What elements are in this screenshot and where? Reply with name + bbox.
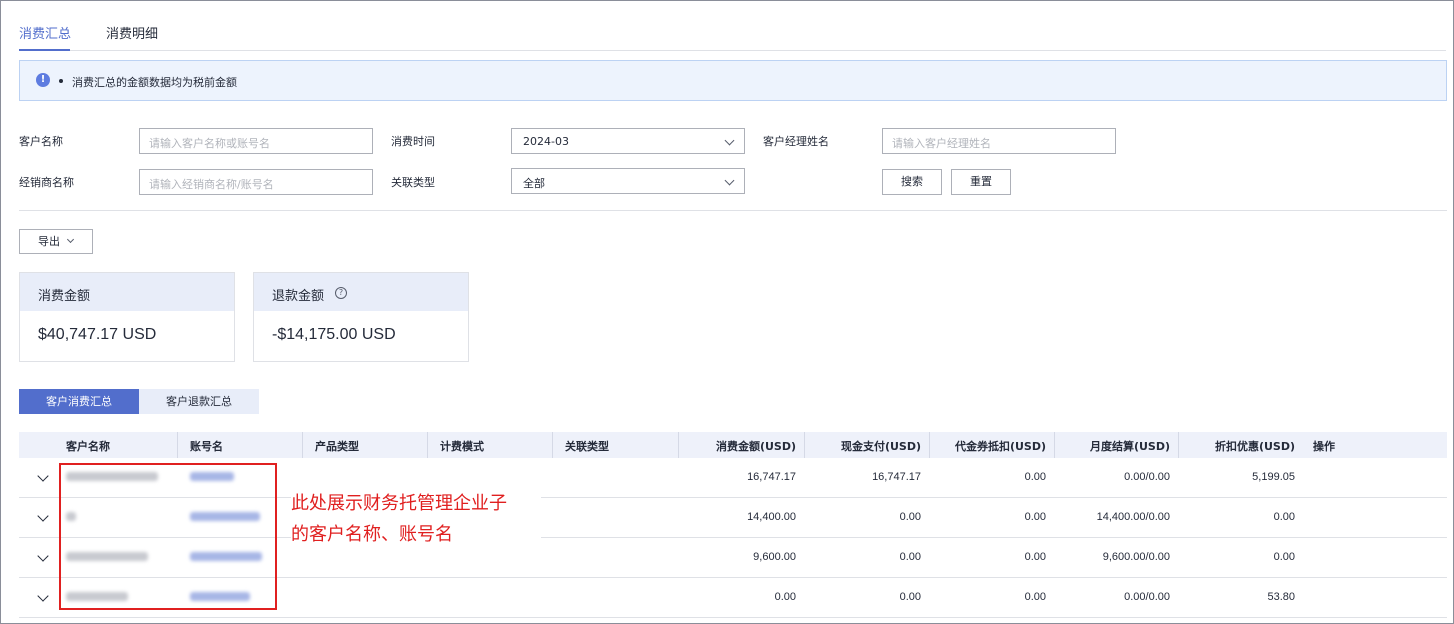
tab-bar: 消费汇总 消费明细 <box>19 14 1446 51</box>
consume-time-label: 消费时间 <box>391 135 435 148</box>
col-voucher: 代金券抵扣(USD) <box>954 440 1046 453</box>
col-consume-amount: 消费金额(USD) <box>715 440 796 453</box>
col-separator <box>678 432 679 458</box>
col-billing-mode: 计费模式 <box>440 440 484 453</box>
manager-name-input[interactable]: 请输入客户经理姓名 <box>882 128 1116 154</box>
col-discount: 折扣优惠(USD) <box>1214 440 1295 453</box>
table-header: 客户名称 账号名 产品类型 计费模式 关联类型 消费金额(USD) 现金支付(U… <box>19 432 1447 458</box>
export-label: 导出 <box>38 235 60 248</box>
cell-monthly: 9,600.00/0.00 <box>1102 551 1170 563</box>
annotation-line-2: 的客户名称、账号名 <box>291 524 453 545</box>
reset-button[interactable]: 重置 <box>951 169 1011 195</box>
tab-consume-detail[interactable]: 消费明细 <box>106 23 158 42</box>
col-separator <box>177 432 178 458</box>
col-separator <box>552 432 553 458</box>
chevron-down-icon[interactable] <box>37 590 49 602</box>
segment-customer-refund[interactable]: 客户退款汇总 <box>139 389 259 414</box>
cell-voucher: 0.00 <box>1024 591 1046 603</box>
col-separator <box>427 432 428 458</box>
export-button[interactable]: 导出 <box>19 229 93 254</box>
col-account-name: 账号名 <box>190 440 223 453</box>
card-title: 消费金额 <box>20 273 234 311</box>
chevron-down-icon <box>724 175 735 186</box>
consume-time-select[interactable]: 2024-03 <box>511 128 745 154</box>
chevron-down-icon <box>724 135 735 146</box>
cell-cash-payment: 16,747.17 <box>872 471 921 483</box>
relation-type-value: 全部 <box>523 177 545 190</box>
cell-consume-amount: 16,747.17 <box>747 471 796 483</box>
col-separator <box>1054 432 1055 458</box>
col-cash-payment: 现金支付(USD) <box>840 440 921 453</box>
cell-voucher: 0.00 <box>1024 551 1046 563</box>
bullet-dot <box>59 79 63 83</box>
relation-type-select[interactable]: 全部 <box>511 168 745 194</box>
cell-cash-payment: 0.00 <box>899 591 921 603</box>
dealer-name-input[interactable]: 请输入经销商名称/账号名 <box>139 169 373 195</box>
annotation-highlight-box <box>59 463 277 610</box>
col-product-type: 产品类型 <box>315 440 359 453</box>
cell-consume-amount: 14,400.00 <box>747 511 796 523</box>
cell-voucher: 0.00 <box>1024 511 1046 523</box>
col-relation-type: 关联类型 <box>565 440 609 453</box>
cell-monthly: 0.00/0.00 <box>1124 591 1170 603</box>
segment-customer-consume[interactable]: 客户消费汇总 <box>19 389 139 414</box>
relation-type-label: 关联类型 <box>391 176 435 189</box>
col-separator <box>929 432 930 458</box>
chevron-down-icon <box>66 235 75 244</box>
tab-consume-summary[interactable]: 消费汇总 <box>19 23 71 42</box>
consume-amount-value: $40,747.17 USD <box>38 326 157 343</box>
cell-discount: 0.00 <box>1273 551 1295 563</box>
help-icon[interactable]: ? <box>335 287 347 299</box>
annotation-text: 此处展示财务托管理企业子 的客户名称、账号名 <box>291 488 541 550</box>
refund-amount-value: -$14,175.00 USD <box>272 326 396 343</box>
cell-cash-payment: 0.00 <box>899 511 921 523</box>
cell-discount: 5,199.05 <box>1252 471 1295 483</box>
col-separator <box>302 432 303 458</box>
cell-monthly: 0.00/0.00 <box>1124 471 1170 483</box>
chevron-down-icon[interactable] <box>37 510 49 522</box>
customer-name-label: 客户名称 <box>19 135 63 148</box>
cell-voucher: 0.00 <box>1024 471 1046 483</box>
cell-discount: 0.00 <box>1273 511 1295 523</box>
divider <box>19 210 1447 211</box>
cell-discount: 53.80 <box>1267 591 1295 603</box>
refund-amount-card: 退款金额 ? -$14,175.00 USD <box>253 272 469 362</box>
col-actions: 操作 <box>1313 440 1335 453</box>
card-title: 退款金额 <box>272 289 325 304</box>
info-icon: ! <box>36 73 50 87</box>
info-alert: ! 消费汇总的金额数据均为税前金额 <box>19 60 1447 101</box>
cell-cash-payment: 0.00 <box>899 551 921 563</box>
annotation-line-1: 此处展示财务托管理企业子 <box>291 493 507 514</box>
active-tab-indicator <box>19 49 70 51</box>
chevron-down-icon[interactable] <box>37 550 49 562</box>
info-text: 消费汇总的金额数据均为税前金额 <box>72 76 237 89</box>
cell-consume-amount: 9,600.00 <box>753 551 796 563</box>
consume-time-value: 2024-03 <box>523 135 569 148</box>
col-separator <box>1178 432 1179 458</box>
customer-name-input[interactable]: 请输入客户名称或账号名 <box>139 128 373 154</box>
search-button[interactable]: 搜索 <box>882 169 942 195</box>
dealer-name-label: 经销商名称 <box>19 176 74 189</box>
cell-monthly: 14,400.00/0.00 <box>1096 511 1170 523</box>
consume-amount-card: 消费金额 $40,747.17 USD <box>19 272 235 362</box>
col-monthly: 月度结算(USD) <box>1089 440 1170 453</box>
chevron-down-icon[interactable] <box>37 470 49 482</box>
manager-name-label: 客户经理姓名 <box>763 135 829 148</box>
col-customer-name: 客户名称 <box>66 440 110 453</box>
col-separator <box>804 432 805 458</box>
cell-consume-amount: 0.00 <box>774 591 796 603</box>
card-header: 退款金额 ? <box>254 273 468 311</box>
